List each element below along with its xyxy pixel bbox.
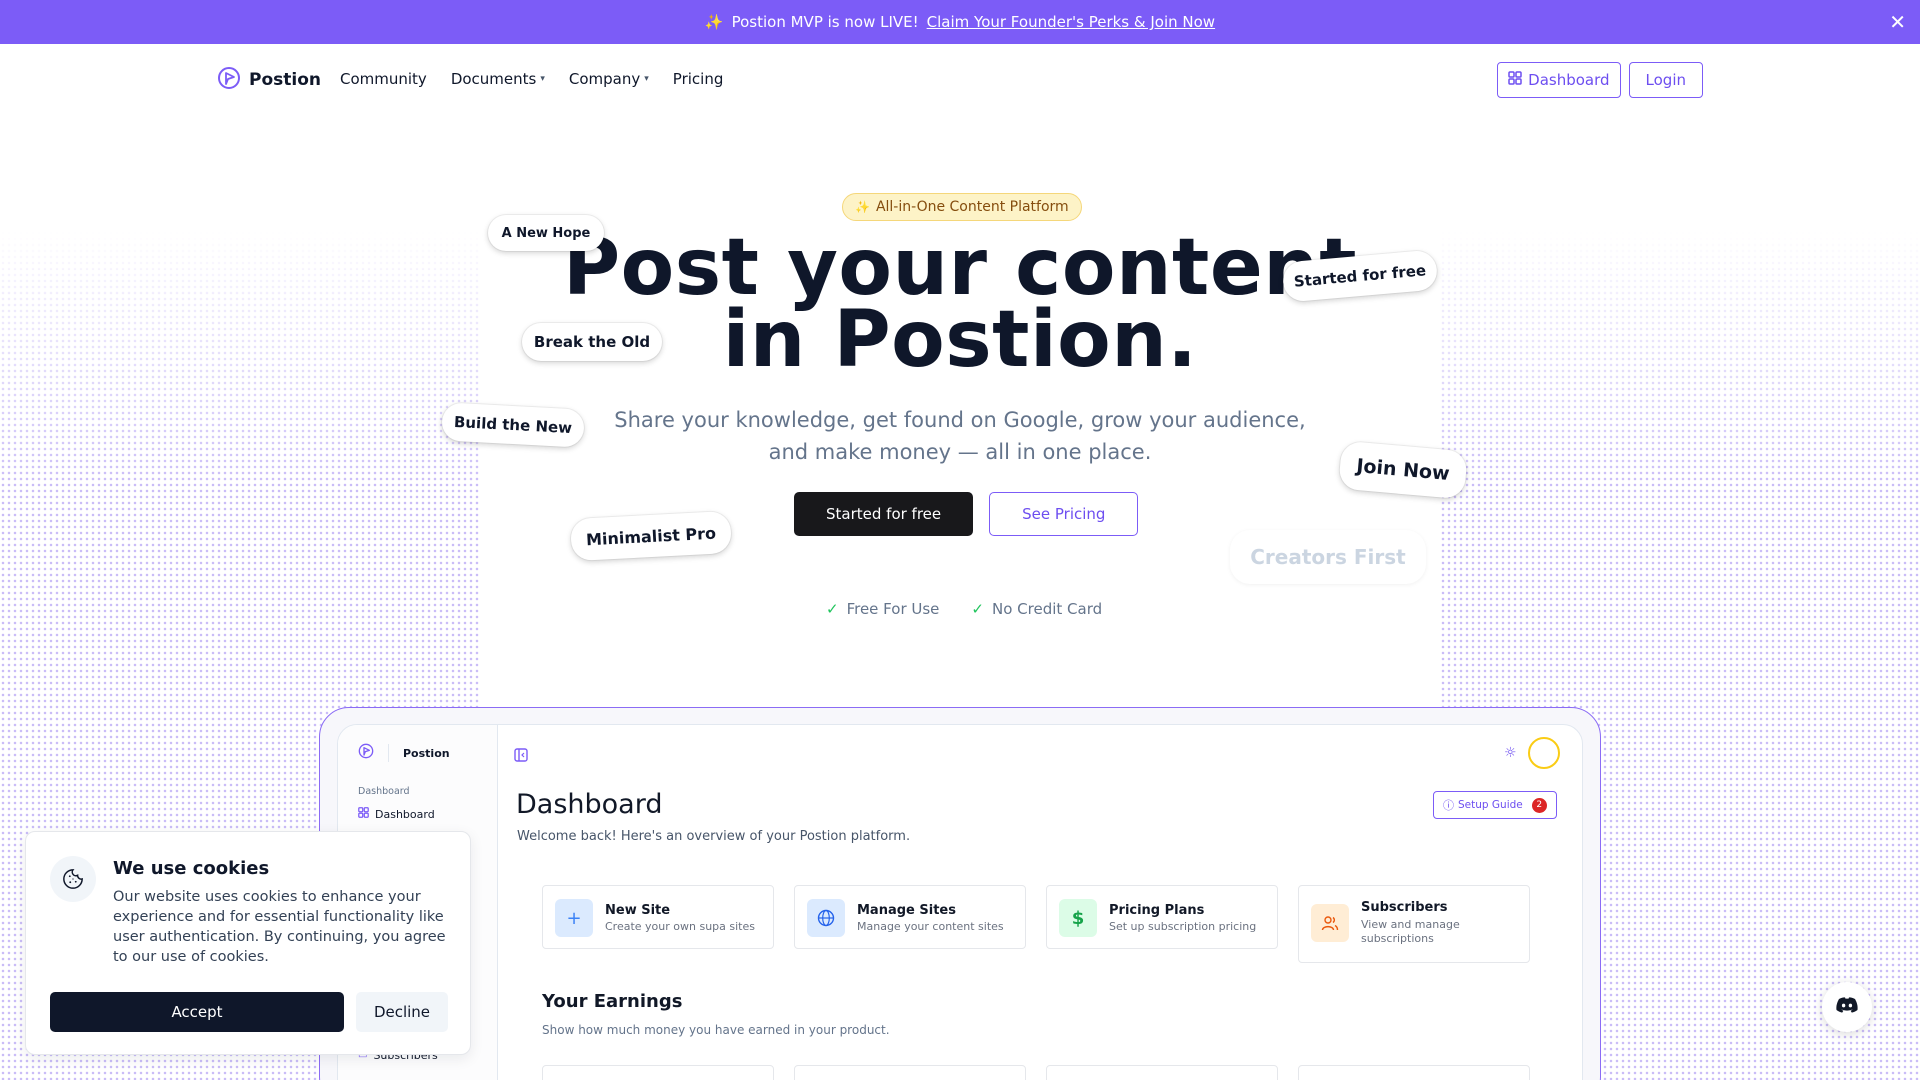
sun-icon[interactable]: ☼	[1504, 745, 1517, 761]
dashboard-button[interactable]: Dashboard	[1497, 62, 1621, 98]
users-icon	[1311, 904, 1349, 942]
earnings-subtitle: Show how much money you have earned in y…	[542, 1023, 890, 1037]
announcement-text: Postion MVP is now LIVE!	[731, 13, 919, 31]
logo-icon	[217, 66, 241, 94]
preview-side-section: Dashboard	[358, 786, 410, 797]
cookie-title: We use cookies	[113, 858, 270, 879]
hero-title: Post your content in Postion.	[562, 223, 1358, 385]
sparkle-icon: ✨	[704, 13, 724, 31]
earnings-card	[1046, 1065, 1278, 1080]
brand[interactable]: Postion	[217, 66, 321, 94]
hero-subtitle: Share your knowledge, get found on Googl…	[614, 408, 1306, 464]
preview-main: ☼ Dashboard Welcome back! Here's an over…	[498, 725, 1582, 1080]
earnings-title: Your Earnings	[542, 991, 683, 1012]
decline-cookies-button[interactable]: Decline	[356, 992, 448, 1032]
brand-name: Postion	[249, 70, 321, 90]
feature-checks: ✓ Free For Use ✓ No Credit Card	[826, 600, 1102, 618]
announcement-link[interactable]: Claim Your Founder's Perks & Join Now	[927, 13, 1215, 31]
hero-actions: Started for free See Pricing	[794, 492, 1139, 536]
chevron-down-icon: ▾	[540, 74, 545, 84]
setup-count-badge: 2	[1531, 797, 1547, 813]
globe-icon	[807, 899, 845, 937]
tag-a-new-hope: A New Hope	[488, 215, 604, 251]
dollar-icon: $	[1059, 899, 1097, 937]
discord-icon	[1835, 996, 1859, 1018]
check-item: ✓ No Credit Card	[971, 600, 1103, 618]
platform-badge: ✨ All-in-One Content Platform	[842, 193, 1082, 221]
setup-guide-button[interactable]: ⓘ Setup Guide 2	[1433, 791, 1557, 819]
logo-icon	[358, 743, 374, 763]
earnings-card	[542, 1065, 774, 1080]
preview-side-dashboard[interactable]: Dashboard	[358, 807, 435, 821]
close-icon[interactable]: ✕	[1889, 10, 1906, 34]
nav-company[interactable]: Company ▾	[569, 70, 649, 88]
grid-icon	[1508, 71, 1522, 89]
tag-join-now: Join Now	[1338, 440, 1468, 500]
announcement-bar: ✨ Postion MVP is now LIVE! Claim Your Fo…	[0, 0, 1920, 44]
nav-community[interactable]: Community	[340, 70, 427, 88]
plus-icon: +	[555, 899, 593, 937]
manage-sites-card[interactable]: Manage Sites Manage your content sites	[794, 885, 1026, 949]
see-pricing-button[interactable]: See Pricing	[989, 492, 1139, 536]
sidebar-toggle-icon[interactable]	[514, 747, 528, 766]
check-icon: ✓	[971, 600, 984, 618]
accept-cookies-button[interactable]: Accept	[50, 992, 344, 1032]
nav-documents[interactable]: Documents ▾	[451, 70, 545, 88]
check-item: ✓ Free For Use	[826, 600, 940, 618]
preview-brand: Postion	[358, 743, 450, 763]
subscribers-card[interactable]: Subscribers View and manage subscription…	[1298, 885, 1530, 963]
chevron-down-icon: ▾	[644, 74, 649, 84]
check-icon: ✓	[826, 600, 839, 618]
avatar[interactable]	[1528, 737, 1560, 769]
login-button[interactable]: Login	[1628, 62, 1703, 98]
nav-pricing[interactable]: Pricing	[673, 70, 724, 88]
preview-subtitle: Welcome back! Here's an overview of your…	[517, 829, 911, 844]
dashboard-preview: Postion Dashboard Dashboard ▭ Subscriber…	[337, 724, 1583, 1080]
get-started-button[interactable]: Started for free	[794, 492, 974, 536]
help-circle-icon: ⓘ	[1443, 799, 1454, 812]
cookie-text: Our website uses cookies to enhance your…	[113, 889, 446, 965]
nav-links: Community Documents ▾ Company ▾ Pricing	[340, 70, 723, 88]
preview-title: Dashboard	[516, 789, 663, 820]
tag-minimalist-pro: Minimalist Pro	[570, 510, 732, 562]
tag-break-the-old: Break the Old	[522, 323, 662, 361]
grid-icon	[358, 807, 369, 821]
pricing-plans-card[interactable]: $ Pricing Plans Set up subscription pric…	[1046, 885, 1278, 949]
nav-actions: Dashboard Login	[1497, 62, 1703, 98]
earnings-card	[794, 1065, 1026, 1080]
cookie-consent: We use cookies Our website uses cookies …	[25, 831, 471, 1055]
cookie-icon	[50, 856, 96, 902]
new-site-card[interactable]: + New Site Create your own supa sites	[542, 885, 774, 949]
tag-creators-first: Creators First	[1230, 530, 1426, 584]
discord-button[interactable]	[1822, 982, 1872, 1032]
earnings-card	[1298, 1065, 1530, 1080]
sparkle-icon: ✨	[855, 200, 870, 214]
top-nav: Postion Community Documents ▾ Company ▾ Pr…	[0, 44, 1920, 114]
tag-build-the-new: Build the New	[441, 402, 585, 448]
